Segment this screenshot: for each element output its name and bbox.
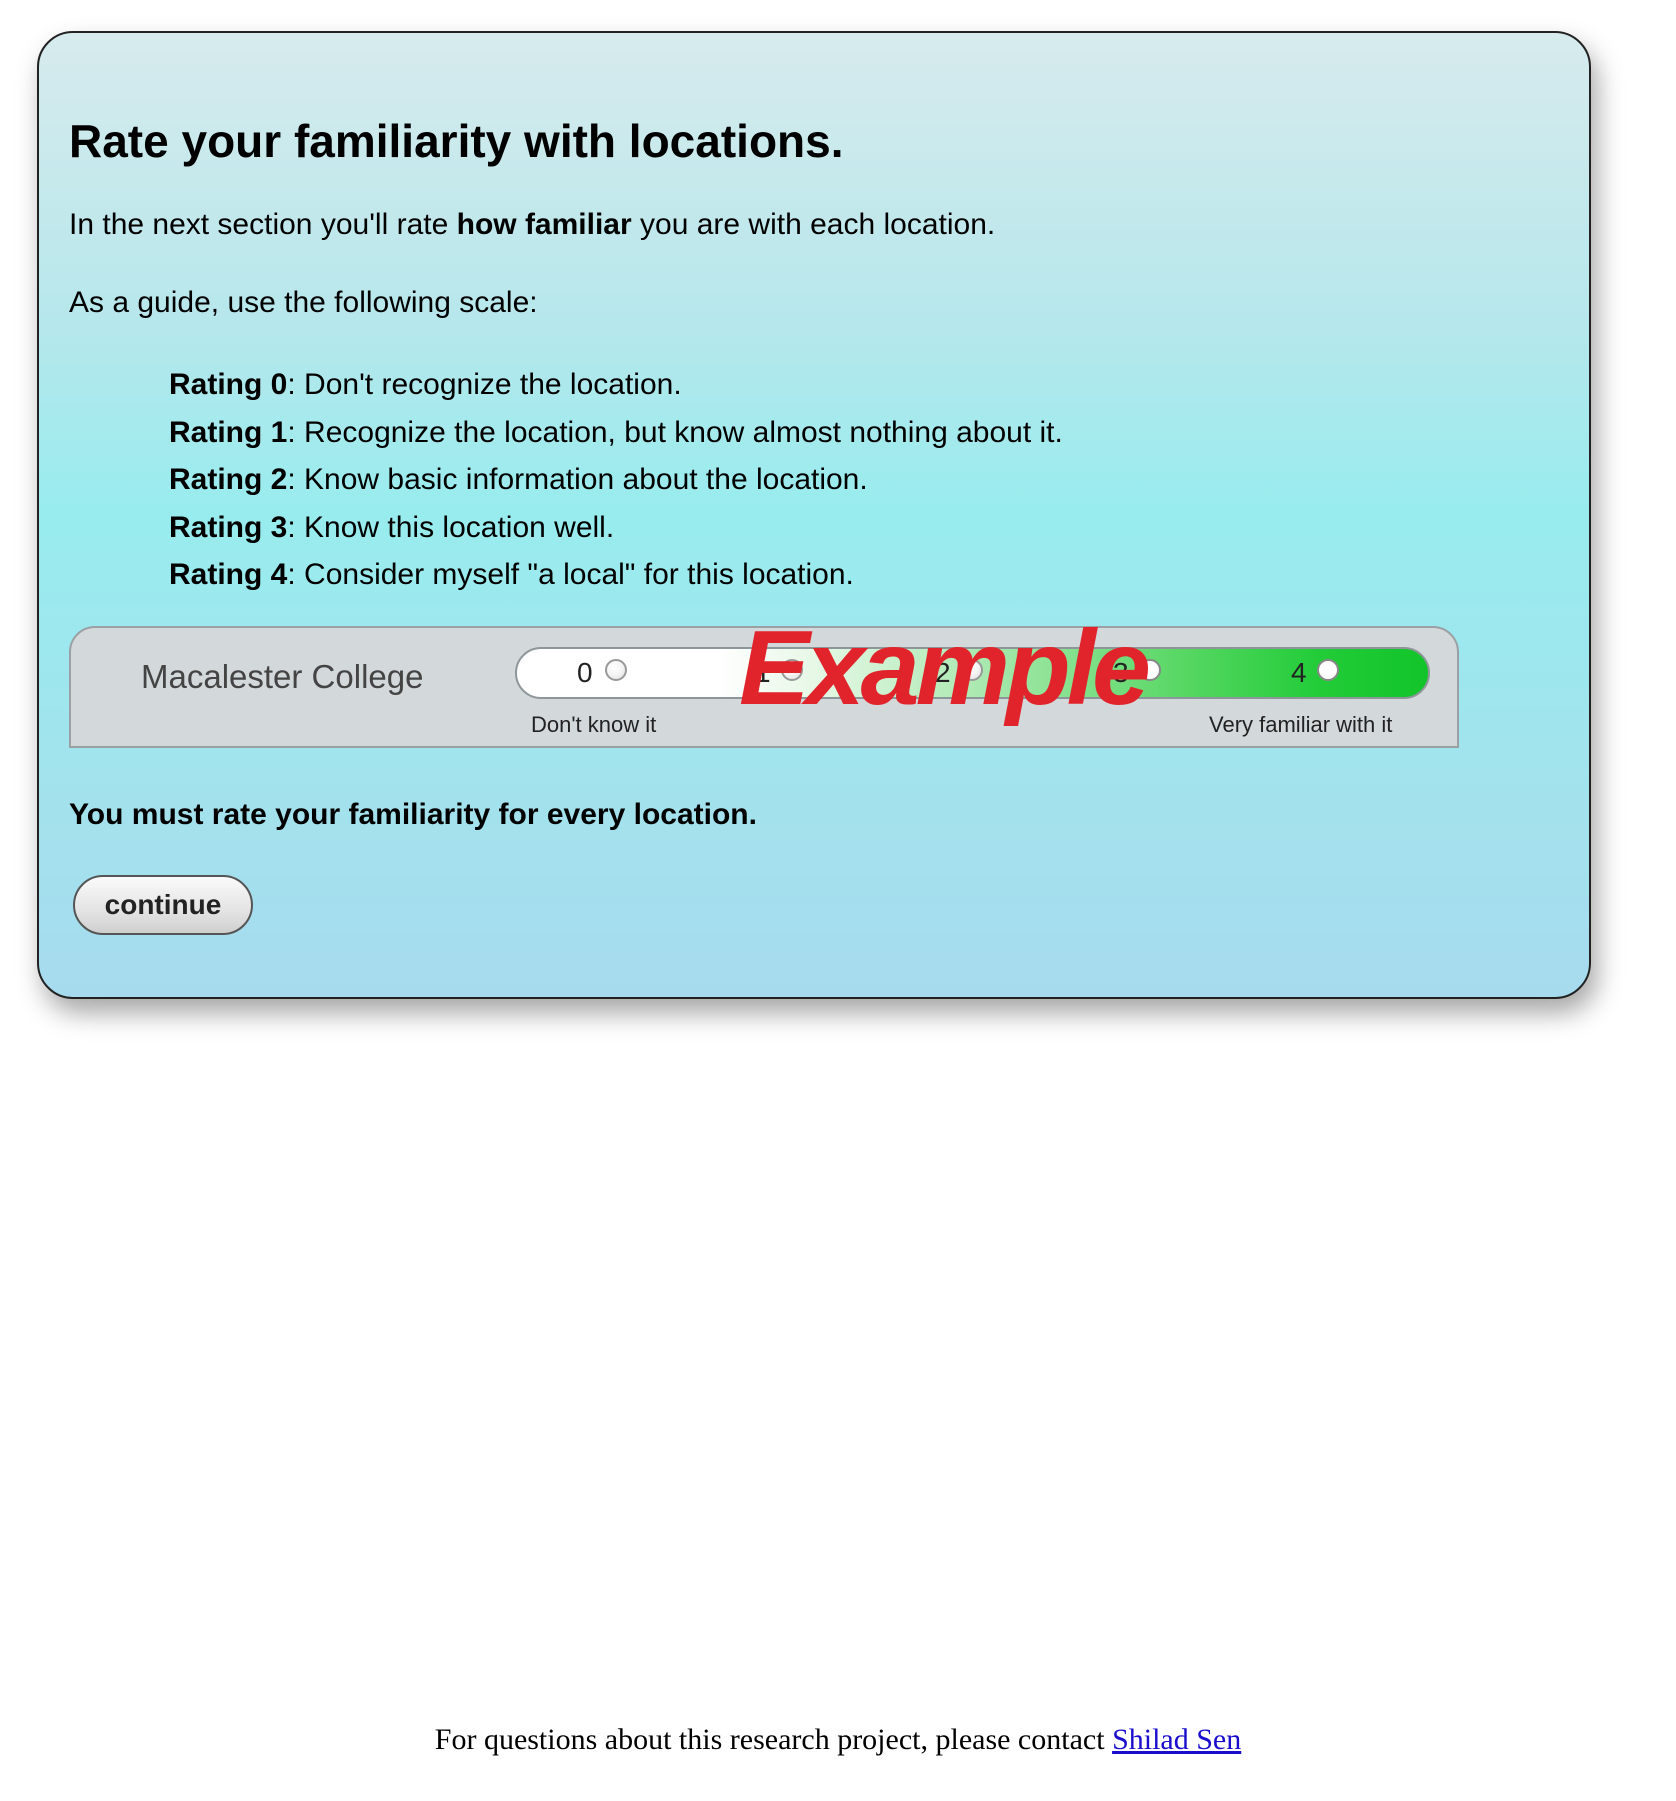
example-rating-image: Macalester College 0 1 2 3 4 Don't know … [69, 609, 1459, 748]
footer: For questions about this research projec… [0, 1722, 1676, 1758]
rating-label: Rating 0 [169, 368, 288, 401]
example-low-label: Don't know it [531, 712, 657, 737]
rating-scale-item: Rating 3: Know this location well. [169, 504, 1063, 552]
requirement-text: You must rate your familiarity for every… [69, 798, 757, 831]
rating-label: Rating 1 [169, 415, 288, 449]
example-tick-4: 4 [1291, 657, 1307, 688]
rating-scale-item: Rating 1: Recognize the location, but kn… [169, 409, 1063, 457]
example-watermark: Example [739, 609, 1151, 727]
rating-scale-item: Rating 4: Consider myself "a local" for … [169, 551, 1063, 599]
rating-description: : Recognize the location, but know almos… [287, 415, 1063, 449]
guide-text: As a guide, use the following scale: [69, 286, 538, 319]
contact-link[interactable]: Shilad Sen [1112, 1723, 1241, 1756]
intro-text-bold: how familiar [456, 208, 632, 241]
example-tick-0: 0 [577, 657, 593, 688]
rating-label: Rating 3 [169, 510, 288, 544]
rating-scale-list: Rating 0: Don't recognize the location. … [169, 361, 1063, 599]
footer-text: For questions about this research projec… [434, 1723, 1113, 1756]
rating-description: : Know this location well. [287, 510, 615, 544]
rating-scale-item: Rating 0: Don't recognize the location. [169, 361, 1063, 409]
example-location-name: Macalester College [141, 658, 424, 695]
instructions-panel: Rate your familiarity with locations. In… [37, 31, 1591, 999]
continue-button[interactable]: continue [73, 875, 253, 935]
example-radio-4 [1317, 659, 1339, 681]
intro-paragraph: In the next section you'll rate how fami… [69, 205, 995, 245]
intro-text-before: In the next section you'll rate [69, 208, 457, 241]
rating-description: : Don't recognize the location. [287, 368, 682, 401]
rating-scale-item: Rating 2: Know basic information about t… [169, 456, 1063, 504]
page-title: Rate your familiarity with locations. [69, 115, 844, 167]
rating-label: Rating 4 [169, 558, 288, 591]
example-radio-0 [605, 659, 627, 681]
rating-description: : Consider myself "a local" for this loc… [287, 558, 854, 591]
example-high-label: Very familiar with it [1209, 712, 1393, 737]
rating-label: Rating 2 [169, 463, 288, 496]
rating-description: : Know basic information about the locat… [287, 463, 868, 496]
intro-text-after: you are with each location. [631, 208, 996, 241]
